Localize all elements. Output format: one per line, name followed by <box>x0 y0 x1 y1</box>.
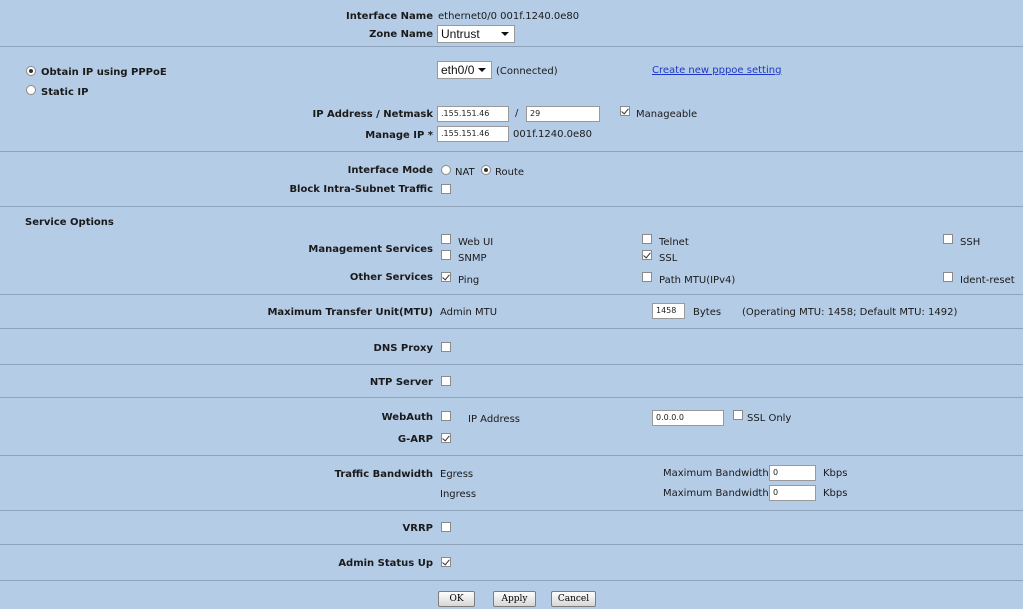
divider <box>0 151 1023 152</box>
ssl-checkbox[interactable] <box>642 250 652 260</box>
nat-radio[interactable] <box>441 165 451 175</box>
netmask-input[interactable]: 29 <box>526 106 600 122</box>
ok-button[interactable]: OK <box>438 591 475 607</box>
telnet-checkbox[interactable] <box>642 234 652 244</box>
pppoe-interface-select[interactable]: eth0/0 <box>437 61 492 79</box>
manage-ip-mac: 001f.1240.0e80 <box>513 129 592 140</box>
egress-max-label: Maximum Bandwidth <box>663 468 769 479</box>
webauth-ip-input[interactable]: 0.0.0.0 <box>652 410 724 426</box>
divider <box>0 544 1023 545</box>
admin-mtu-label: Admin MTU <box>440 307 498 318</box>
service-options-heading: Service Options <box>25 217 114 228</box>
ident-reset-label: Ident-reset <box>960 275 1015 286</box>
ssh-checkbox[interactable] <box>943 234 953 244</box>
static-ip-radio[interactable] <box>26 85 36 95</box>
manage-ip-input[interactable]: .155.151.46 <box>437 126 509 142</box>
ingress-label: Ingress <box>440 489 477 500</box>
divider <box>0 455 1023 456</box>
dns-proxy-checkbox[interactable] <box>441 342 451 352</box>
mtu-info: (Operating MTU: 1458; Default MTU: 1492) <box>742 307 958 318</box>
zone-name-select[interactable]: Untrust <box>437 25 515 43</box>
nat-label: NAT <box>455 167 475 178</box>
snmp-checkbox[interactable] <box>441 250 451 260</box>
admin-status-checkbox[interactable] <box>441 557 451 567</box>
path-mtu-checkbox[interactable] <box>642 272 652 282</box>
interface-mode-label: Interface Mode <box>347 165 433 176</box>
webauth-checkbox[interactable] <box>441 411 451 421</box>
webauth-ip-label: IP Address <box>468 414 520 425</box>
ping-label: Ping <box>458 275 480 286</box>
ingress-bandwidth-input[interactable]: 0 <box>769 485 816 501</box>
ping-checkbox[interactable] <box>441 272 451 282</box>
ingress-unit: Kbps <box>823 488 848 499</box>
egress-label: Egress <box>440 469 474 480</box>
cancel-button[interactable]: Cancel <box>551 591 596 607</box>
manageable-label: Manageable <box>636 109 698 120</box>
ssl-label: SSL <box>659 253 678 264</box>
ident-reset-checkbox[interactable] <box>943 272 953 282</box>
divider <box>0 510 1023 511</box>
garp-label: G-ARP <box>397 434 433 445</box>
traffic-bandwidth-label: Traffic Bandwidth <box>334 469 433 480</box>
chevron-down-icon <box>501 32 509 36</box>
pppoe-label: Obtain IP using PPPoE <box>41 67 167 78</box>
divider <box>0 294 1023 295</box>
divider <box>0 364 1023 365</box>
netmask-slash: / <box>515 108 519 119</box>
manageable-checkbox[interactable] <box>620 106 630 116</box>
block-intra-subnet-checkbox[interactable] <box>441 184 451 194</box>
static-ip-label: Static IP <box>41 87 89 98</box>
divider <box>0 328 1023 329</box>
pppoe-radio[interactable] <box>26 66 36 76</box>
ingress-max-label: Maximum Bandwidth <box>663 488 769 499</box>
garp-checkbox[interactable] <box>441 433 451 443</box>
chevron-down-icon <box>478 68 486 72</box>
divider <box>0 580 1023 581</box>
vrrp-checkbox[interactable] <box>441 522 451 532</box>
ssl-only-label: SSL Only <box>747 413 792 424</box>
admin-status-label: Admin Status Up <box>338 558 433 569</box>
pppoe-interface-value: eth0/0 <box>441 63 475 77</box>
management-services-label: Management Services <box>308 244 433 255</box>
divider <box>0 46 1023 47</box>
telnet-label: Telnet <box>659 237 689 248</box>
path-mtu-label: Path MTU(IPv4) <box>659 275 736 286</box>
zone-name-value: Untrust <box>441 27 480 41</box>
interface-name-value: ethernet0/0 001f.1240.0e80 <box>438 11 580 22</box>
ip-address-input[interactable]: .155.151.46 <box>437 106 509 122</box>
admin-mtu-input[interactable]: 1458 <box>652 303 685 319</box>
dns-proxy-label: DNS Proxy <box>373 343 433 354</box>
ssl-only-checkbox[interactable] <box>733 410 743 420</box>
vrrp-label: VRRP <box>402 523 433 534</box>
web-ui-label: Web UI <box>458 237 494 248</box>
ntp-server-label: NTP Server <box>369 377 433 388</box>
divider <box>0 397 1023 398</box>
block-intra-subnet-label: Block Intra-Subnet Traffic <box>289 184 433 195</box>
mtu-label: Maximum Transfer Unit(MTU) <box>267 307 433 318</box>
webauth-label: WebAuth <box>381 412 433 423</box>
ip-address-label: IP Address / Netmask <box>312 109 433 120</box>
egress-bandwidth-input[interactable]: 0 <box>769 465 816 481</box>
interface-name-label: Interface Name <box>346 11 433 22</box>
egress-unit: Kbps <box>823 468 848 479</box>
create-pppoe-link[interactable]: Create new pppoe setting <box>652 65 781 76</box>
route-radio[interactable] <box>481 165 491 175</box>
route-label: Route <box>495 167 525 178</box>
snmp-label: SNMP <box>458 253 487 264</box>
divider <box>0 206 1023 207</box>
ssh-label: SSH <box>960 237 981 248</box>
ntp-server-checkbox[interactable] <box>441 376 451 386</box>
manage-ip-label: Manage IP * <box>365 130 433 141</box>
mtu-unit: Bytes <box>693 307 722 318</box>
apply-button[interactable]: Apply <box>493 591 536 607</box>
connection-status: (Connected) <box>496 66 558 77</box>
other-services-label: Other Services <box>349 272 433 283</box>
zone-name-label: Zone Name <box>369 29 433 40</box>
web-ui-checkbox[interactable] <box>441 234 451 244</box>
